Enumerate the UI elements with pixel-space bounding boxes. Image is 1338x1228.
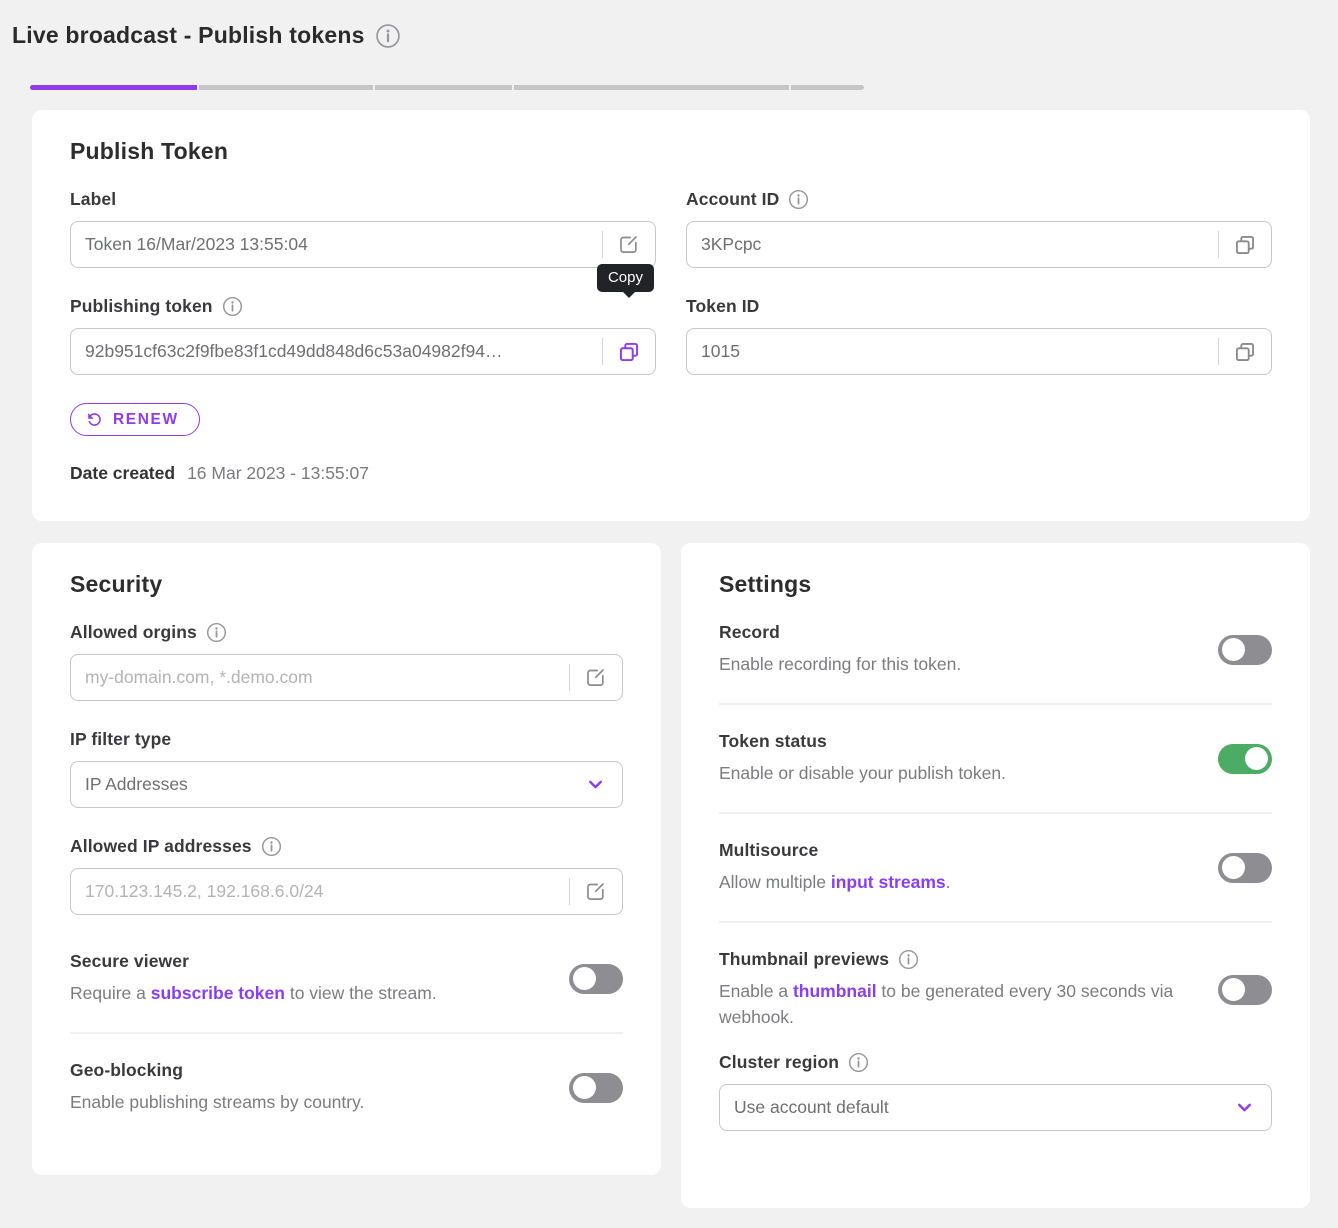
secure-viewer-toggle[interactable]: [569, 964, 623, 994]
renew-button[interactable]: RENEW: [70, 403, 200, 436]
ip-filter-type-value: IP Addresses: [85, 774, 585, 795]
card-heading: Security: [70, 571, 623, 598]
token-id-field: Token ID: [686, 296, 1272, 375]
token-status-row: Token status Enable or disable your publ…: [719, 731, 1272, 786]
chevron-down-icon: [585, 774, 606, 795]
label-field-label: Label: [70, 189, 116, 210]
thumbnail-previews-row: Thumbnail previews Enable a thumbnail to…: [719, 949, 1272, 1030]
ip-filter-type-label: IP filter type: [70, 729, 171, 750]
settings-card: Settings Record Enable recording for thi…: [681, 543, 1310, 1208]
publishing-token-label: Publishing token: [70, 296, 213, 317]
thumbnail-previews-title: Thumbnail previews: [719, 949, 889, 970]
publishing-token-input[interactable]: [71, 329, 602, 374]
allowed-origins-input[interactable]: [71, 655, 569, 700]
copy-icon[interactable]: [602, 329, 655, 374]
renew-icon: [85, 410, 104, 429]
label-field: Label: [70, 189, 656, 268]
cluster-region-label: Cluster region: [719, 1052, 839, 1073]
divider: [719, 921, 1272, 923]
date-created-value: 16 Mar 2023 - 13:55:07: [187, 463, 369, 484]
geo-blocking-desc: Enable publishing streams by country.: [70, 1089, 549, 1115]
secure-viewer-row: Secure viewer Require a subscribe token …: [70, 951, 623, 1006]
token-status-toggle[interactable]: [1218, 744, 1272, 774]
allowed-ip-input[interactable]: [71, 869, 569, 914]
thumbnail-previews-toggle[interactable]: [1218, 975, 1272, 1005]
token-status-desc: Enable or disable your publish token.: [719, 760, 1198, 786]
tab-progress-bar: [30, 85, 864, 90]
info-icon[interactable]: [788, 189, 809, 210]
geo-blocking-title: Geo-blocking: [70, 1060, 183, 1081]
info-icon[interactable]: [898, 949, 919, 970]
copy-tooltip: Copy: [597, 264, 654, 292]
publishing-token-field: Publishing token Copy: [70, 296, 656, 375]
label-input[interactable]: [71, 222, 602, 267]
record-toggle[interactable]: [1218, 635, 1272, 665]
input-streams-link[interactable]: input streams: [831, 872, 946, 892]
divider: [719, 703, 1272, 705]
allowed-origins-field: Allowed orgins: [70, 622, 623, 701]
info-icon[interactable]: [206, 622, 227, 643]
secure-viewer-desc: Require a subscribe token to view the st…: [70, 980, 549, 1006]
allowed-ip-label: Allowed IP addresses: [70, 836, 252, 857]
page-title: Live broadcast - Publish tokens: [12, 22, 365, 49]
card-heading: Settings: [719, 571, 1272, 598]
progress-segment: [791, 85, 864, 90]
copy-icon[interactable]: [1218, 222, 1271, 267]
date-created-label: Date created: [70, 463, 175, 484]
cluster-region-select[interactable]: Use account default: [719, 1084, 1272, 1131]
info-icon[interactable]: [375, 23, 401, 49]
publish-token-card: Publish Token Label: [32, 110, 1310, 521]
subscribe-token-link[interactable]: subscribe token: [151, 983, 285, 1003]
ip-filter-type-select[interactable]: IP Addresses: [70, 761, 623, 808]
security-card: Security Allowed orgins IP filter type I…: [32, 543, 661, 1175]
record-row: Record Enable recording for this token.: [719, 622, 1272, 677]
ip-filter-type-field: IP filter type IP Addresses: [70, 729, 623, 808]
edit-icon[interactable]: [569, 869, 622, 914]
account-id-field: Account ID: [686, 189, 1272, 268]
allowed-ip-field: Allowed IP addresses: [70, 836, 623, 915]
edit-icon[interactable]: [602, 222, 655, 267]
token-status-title: Token status: [719, 731, 827, 752]
card-heading: Publish Token: [70, 138, 1272, 165]
date-created-row: Date created 16 Mar 2023 - 13:55:07: [70, 463, 656, 484]
info-icon[interactable]: [222, 296, 243, 317]
cluster-region-field: Cluster region Use account default: [719, 1052, 1272, 1131]
record-title: Record: [719, 622, 780, 643]
multisource-title: Multisource: [719, 840, 818, 861]
token-id-label: Token ID: [686, 296, 759, 317]
progress-segment-active: [30, 85, 197, 90]
multisource-row: Multisource Allow multiple input streams…: [719, 840, 1272, 895]
record-desc: Enable recording for this token.: [719, 651, 1198, 677]
divider: [70, 1032, 623, 1034]
multisource-desc: Allow multiple input streams.: [719, 869, 1198, 895]
info-icon[interactable]: [848, 1052, 869, 1073]
allowed-origins-label: Allowed orgins: [70, 622, 197, 643]
account-id-label: Account ID: [686, 189, 779, 210]
cluster-region-value: Use account default: [734, 1097, 1234, 1118]
info-icon[interactable]: [261, 836, 282, 857]
page-header: Live broadcast - Publish tokens: [12, 22, 401, 49]
secure-viewer-title: Secure viewer: [70, 951, 189, 972]
progress-segment: [514, 85, 789, 90]
chevron-down-icon: [1234, 1097, 1255, 1118]
progress-segment: [199, 85, 373, 90]
multisource-toggle[interactable]: [1218, 853, 1272, 883]
geo-blocking-row: Geo-blocking Enable publishing streams b…: [70, 1060, 623, 1115]
geo-blocking-toggle[interactable]: [569, 1073, 623, 1103]
account-id-input[interactable]: [687, 222, 1218, 267]
thumbnail-link[interactable]: thumbnail: [793, 981, 877, 1001]
renew-label: RENEW: [113, 411, 179, 429]
token-id-input[interactable]: [687, 329, 1218, 374]
thumbnail-previews-desc: Enable a thumbnail to be generated every…: [719, 978, 1198, 1030]
progress-segment: [375, 85, 512, 90]
divider: [719, 812, 1272, 814]
copy-icon[interactable]: [1218, 329, 1271, 374]
edit-icon[interactable]: [569, 655, 622, 700]
